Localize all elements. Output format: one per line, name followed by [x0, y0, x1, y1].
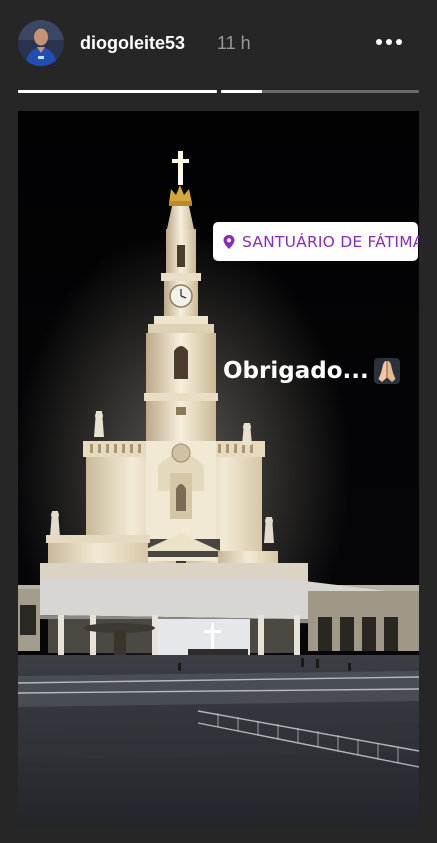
more-options-icon-dot	[396, 39, 402, 45]
timestamp: 11 h	[217, 33, 251, 53]
folded-hands-emoji-icon	[373, 358, 400, 384]
story-progress-bar	[18, 90, 419, 93]
location-sticker[interactable]: SANTUÁRIO DE FÁTIMA	[213, 222, 419, 261]
avatar[interactable]	[18, 20, 64, 66]
avatar-image	[18, 20, 64, 66]
progress-segment	[220, 90, 419, 93]
story-viewer: diogoleite53 11 h SANTUÁRIO DE FÁTIMA Ob…	[0, 0, 437, 843]
more-options-icon-dot	[386, 39, 392, 45]
location-pin-icon	[223, 234, 235, 249]
sanctuary-photo	[18, 111, 419, 827]
story-header: diogoleite53 11 h	[0, 0, 437, 88]
username[interactable]: diogoleite53	[80, 33, 185, 54]
progress-segment	[18, 90, 217, 93]
location-label: SANTUÁRIO DE FÁTIMA	[242, 232, 419, 251]
more-options-button[interactable]	[368, 26, 410, 58]
story-caption: Obrigado...	[223, 356, 402, 386]
more-options-icon	[376, 39, 382, 45]
story-image[interactable]: SANTUÁRIO DE FÁTIMA Obrigado...	[18, 111, 419, 827]
progress-fill	[220, 90, 263, 93]
progress-fill	[18, 90, 217, 93]
caption-text: Obrigado...	[223, 358, 369, 384]
